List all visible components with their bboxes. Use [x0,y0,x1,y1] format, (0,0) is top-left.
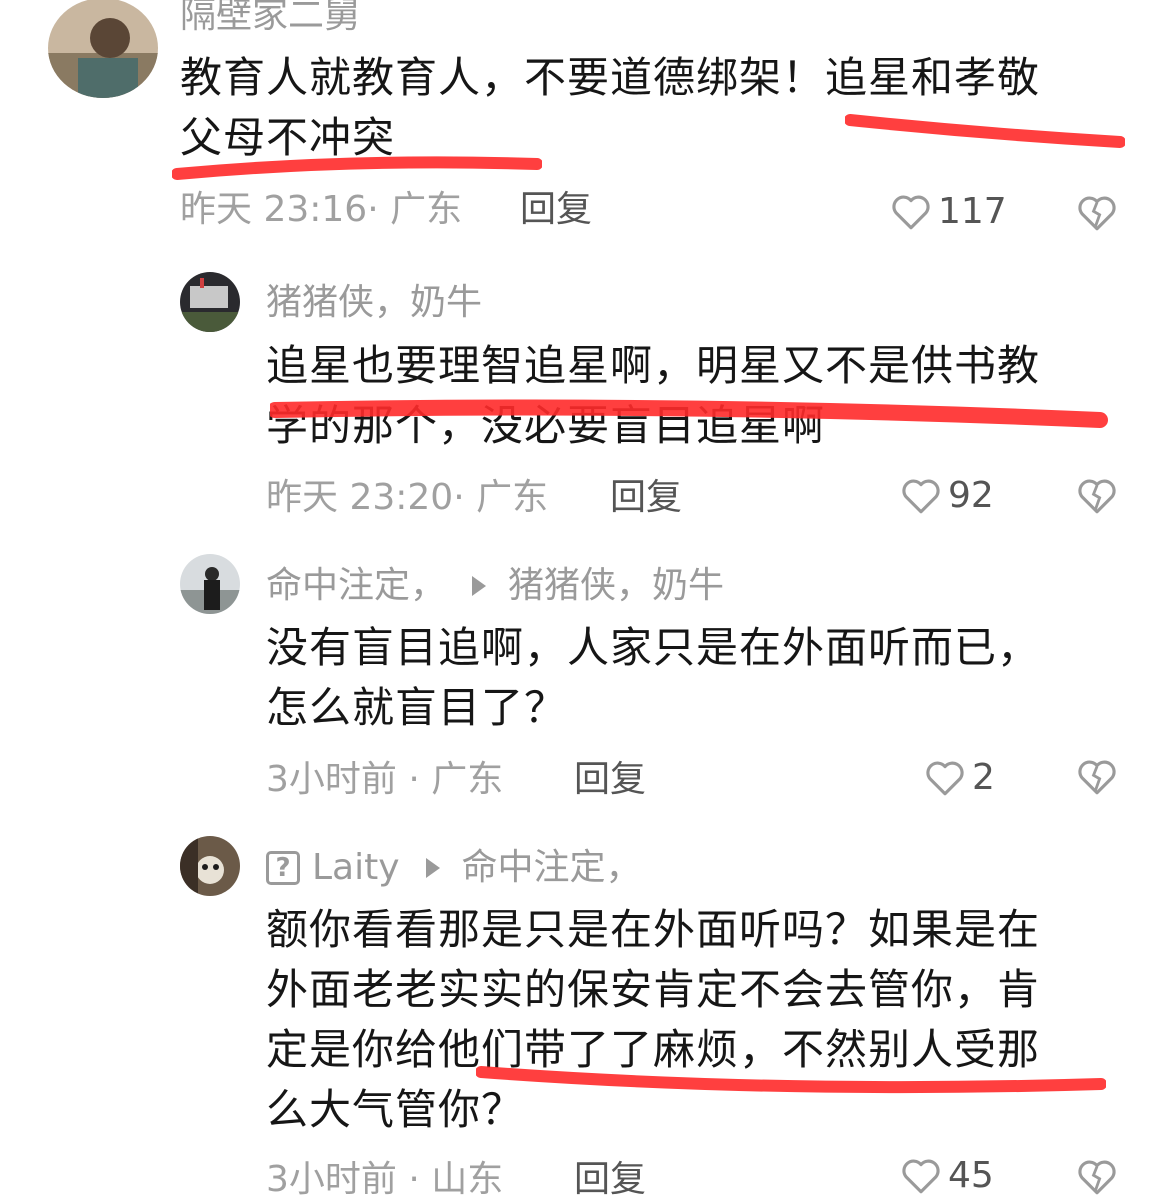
like-count: 117 [938,191,1007,232]
username-label: 隔壁家二舅 [180,0,361,36]
broken-heart-icon[interactable] [1076,475,1118,517]
comment-line: 没有盲目追啊，人家只是在外面听而已， [266,623,1041,672]
reply-to-username[interactable]: 命中注定， [462,848,642,888]
broken-heart-icon[interactable] [1076,756,1118,798]
reply-arrow-icon [425,858,440,878]
comment-line: 怎么就盲目了？ [266,683,568,732]
comment-meta: 3小时前 · 广东 [266,760,503,800]
heart-outline-icon [926,761,964,796]
comment-location: 广东 [390,189,463,230]
comment-text: 没有盲目追啊，人家只是在外面听而已， 怎么就盲目了？ [266,618,1040,738]
comment-line: 么大气管你？ [266,1085,525,1134]
comment-text: 追星也要理智追星啊，明星又不是供书教 学的那个，没必要盲目追星啊 [266,336,1040,456]
question-badge-icon: ? [266,851,300,885]
like-count: 45 [948,1155,994,1196]
avatar-photo [180,272,240,332]
comment-meta: 昨天 23:16· 广东 [180,190,462,230]
comment-line: 定是你给他们带了了麻烦，不然别人受那 [266,1025,1041,1074]
avatar[interactable] [48,0,158,98]
heart-outline-icon [902,1159,940,1194]
avatar-photo [48,0,158,98]
reply-button[interactable]: 回复 [520,190,592,230]
reply-to-username[interactable]: 猪猪侠，奶牛 [508,566,724,606]
avatar[interactable] [180,554,240,614]
avatar-photo [180,836,240,896]
reply-button[interactable]: 回复 [610,478,682,518]
like-button[interactable]: 45 [900,1156,994,1196]
comment-time: 昨天 23:16 [180,189,368,230]
avatar[interactable] [180,836,240,896]
like-count: 2 [972,757,995,798]
comment-text: 教育人就教育人，不要道德绑架！追星和孝敬 父母不冲突 [180,48,1040,168]
comment-time: 3小时前 [266,759,397,800]
like-button[interactable]: 2 [924,758,995,798]
like-count: 92 [948,475,994,516]
username-label: 猪猪侠，奶牛 [266,282,483,323]
comment-location: 广东 [476,477,549,518]
like-button[interactable]: 117 [890,192,1007,232]
comment-line: 额你看看那是只是在外面听吗？如果是在 [266,905,1041,954]
avatar[interactable] [180,272,240,332]
comment-username[interactable]: 命中注定， 猪猪侠，奶牛 [266,566,724,606]
comment-meta: 3小时前 · 山东 [266,1160,503,1200]
avatar-photo [180,554,240,614]
comment-time: 3小时前 [266,1159,397,1200]
comment-line: 父母不冲突 [180,113,396,162]
comment-time: 昨天 23:20 [266,477,454,518]
comment-location: 山东 [431,1159,504,1200]
comment-line: 追星也要理智追星啊，明星又不是供书教 [266,341,1041,390]
comment-username[interactable]: ? Laity 命中注定， [266,848,642,888]
username-label: 命中注定， [266,565,447,606]
reply-button[interactable]: 回复 [574,1160,646,1200]
broken-heart-icon[interactable] [1076,192,1118,234]
heart-outline-icon [892,195,930,230]
reply-arrow-icon [472,576,487,596]
comment-username[interactable]: 隔壁家二舅 [180,0,360,36]
comment-meta: 昨天 23:20· 广东 [266,478,548,518]
username-label: Laity [312,847,400,888]
comment-location: 广东 [431,759,504,800]
like-button[interactable]: 92 [900,476,994,516]
meta-separator: · [367,189,379,230]
meta-separator: · [408,759,420,800]
comment-text: 额你看看那是只是在外面听吗？如果是在 外面老老实实的保安肯定不会去管你，肯 定是… [266,900,1040,1140]
meta-separator: · [453,477,465,518]
comment-line: 教育人就教育人，不要道德绑架！追星和孝敬 [180,53,1041,102]
reply-button[interactable]: 回复 [574,760,646,800]
meta-separator: · [408,1159,420,1200]
heart-outline-icon [902,479,940,514]
comment-line: 外面老老实实的保安肯定不会去管你，肯 [266,965,1041,1014]
comment-line: 学的那个，没必要盲目追星啊 [266,401,826,450]
broken-heart-icon[interactable] [1076,1156,1118,1198]
comment-username[interactable]: 猪猪侠，奶牛 [266,283,482,323]
